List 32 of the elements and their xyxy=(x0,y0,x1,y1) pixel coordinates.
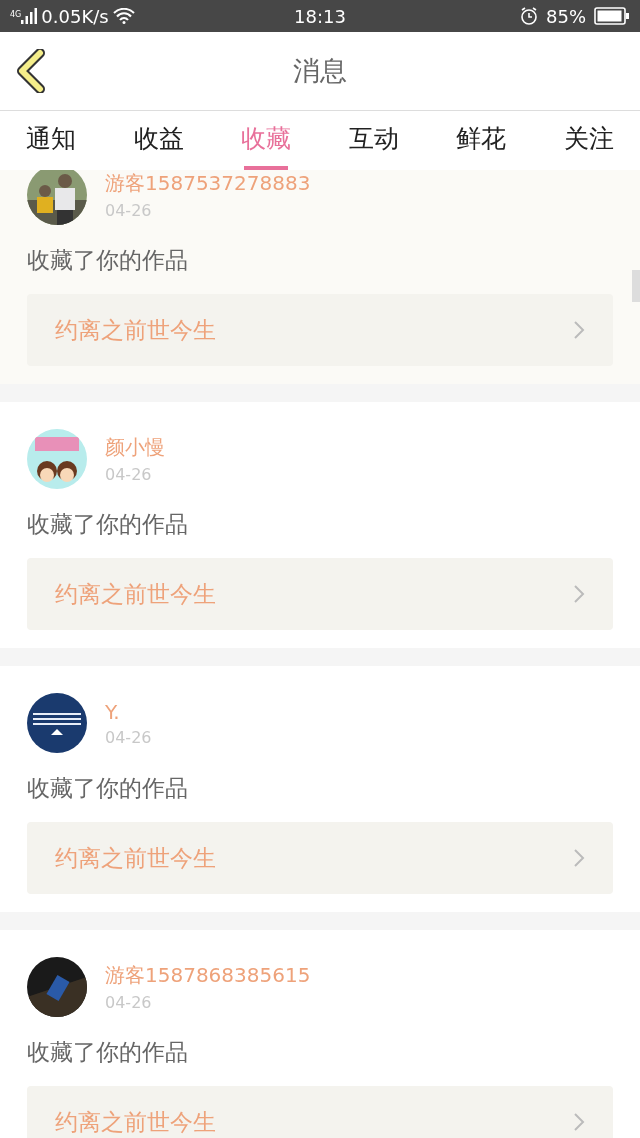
user-name[interactable]: 颜小慢 xyxy=(105,434,165,461)
back-button[interactable] xyxy=(16,49,46,96)
message-text: 收藏了你的作品 xyxy=(27,510,189,539)
clock-time: 18:13 xyxy=(294,5,346,27)
work-link[interactable]: 约离之前世今生 xyxy=(27,822,613,894)
user-name[interactable]: 游客1587537278883 xyxy=(105,170,311,197)
user-name[interactable]: 游客1587868385615 xyxy=(105,962,311,989)
chevron-icon xyxy=(573,1112,585,1132)
tab[interactable]: 鲜花 xyxy=(455,111,508,170)
message-text: 收藏了你的作品 xyxy=(27,246,189,275)
chevron-icon xyxy=(573,320,585,340)
chevron-icon xyxy=(573,848,585,868)
tab[interactable]: 互动 xyxy=(347,111,400,170)
alarm-icon xyxy=(520,7,538,25)
work-link[interactable]: 约离之前世今生 xyxy=(27,1086,613,1138)
signal-icon xyxy=(21,8,38,24)
battery-percent: 85% xyxy=(546,5,586,27)
network-speed: 0.05K/s xyxy=(41,5,109,27)
message-text: 收藏了你的作品 xyxy=(27,774,189,803)
chevron-icon xyxy=(573,584,585,604)
message-text: 收藏了你的作品 xyxy=(27,1038,189,1067)
tab[interactable]: 关注 xyxy=(562,111,615,170)
page-title: 消息 xyxy=(293,54,347,88)
wifi-icon xyxy=(112,8,135,24)
network-label: 4G xyxy=(10,9,22,19)
scrollbar xyxy=(632,270,640,302)
tab[interactable]: 收益 xyxy=(132,111,185,170)
work-link[interactable]: 约离之前世今生 xyxy=(27,294,613,366)
tab[interactable]: 通知 xyxy=(25,111,77,170)
work-link[interactable]: 约离之前世今生 xyxy=(27,558,613,630)
user-name[interactable]: Y. xyxy=(105,699,152,724)
battery-icon xyxy=(594,7,630,25)
